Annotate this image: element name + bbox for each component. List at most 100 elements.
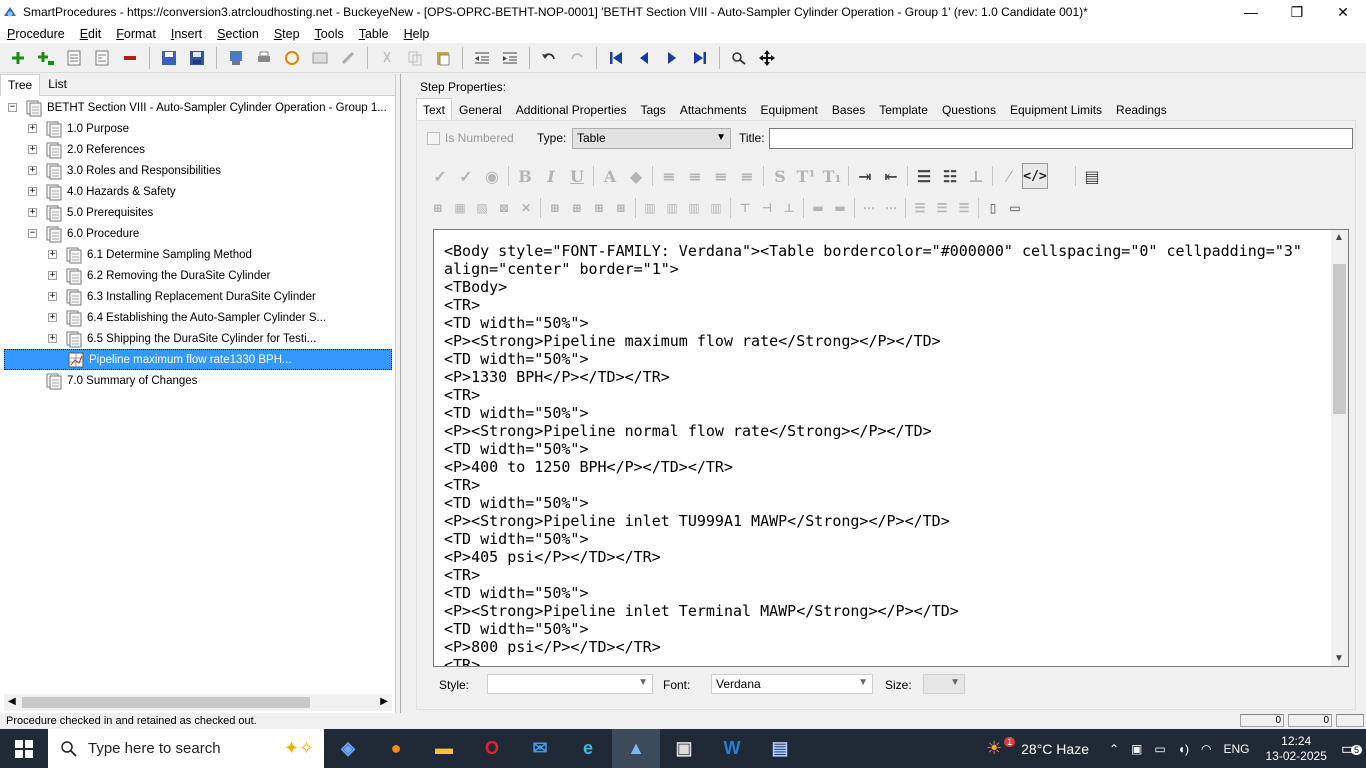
tree-item-references[interactable]: + 2.0 References xyxy=(28,139,145,160)
menu-help[interactable]: Help xyxy=(397,27,438,41)
expand-icon[interactable]: + xyxy=(48,313,57,322)
split-cell-icon[interactable]: ⊠ xyxy=(493,195,515,221)
html-source-icon[interactable]: </> xyxy=(1022,163,1048,189)
remote-desktop-icon[interactable]: ▤ xyxy=(756,729,804,768)
checkbox-box[interactable] xyxy=(427,131,440,145)
redo-icon[interactable] xyxy=(566,47,588,69)
highlight-icon[interactable]: ◆ xyxy=(623,163,649,189)
align-left-icon[interactable]: ≡ xyxy=(656,163,682,189)
expand-icon[interactable]: + xyxy=(28,166,37,175)
collapse-icon[interactable]: − xyxy=(28,229,37,238)
menu-section[interactable]: Section xyxy=(210,27,267,41)
indent-list-icon[interactable] xyxy=(63,47,85,69)
insert-column-right-icon[interactable]: ⊞ xyxy=(610,195,632,221)
menu-procedure[interactable]: Procedure xyxy=(0,27,73,41)
size-dropdown[interactable]: ▼ xyxy=(923,674,965,694)
tools-icon[interactable] xyxy=(337,47,359,69)
contacts-app-icon[interactable]: ▣ xyxy=(660,729,708,768)
tree-item-sampling-method[interactable]: + 6.1 Determine Sampling Method xyxy=(48,244,252,265)
menu-edit[interactable]: Edit xyxy=(73,27,110,41)
style-dropdown[interactable]: ▼ xyxy=(487,674,653,694)
first-step-icon[interactable] xyxy=(605,47,627,69)
delete-table-icon[interactable]: ✕ xyxy=(515,195,537,221)
outdent-list-icon[interactable] xyxy=(91,47,113,69)
meet-now-icon[interactable]: ▣ xyxy=(1131,742,1142,756)
tab-tree[interactable]: Tree xyxy=(0,74,41,96)
spellcheck-icon[interactable] xyxy=(281,47,303,69)
align-top-icon[interactable]: ⊤ xyxy=(734,195,756,221)
table-style-icon[interactable]: ☰ xyxy=(909,195,931,221)
menu-step[interactable]: Step xyxy=(267,27,308,41)
expand-icon[interactable]: + xyxy=(48,250,57,259)
tab-general[interactable]: General xyxy=(452,98,509,120)
subscript-icon[interactable]: T₁ xyxy=(819,163,845,189)
volume-icon[interactable]: ◖) xyxy=(1178,742,1189,756)
title-input[interactable] xyxy=(769,128,1353,149)
table-icon[interactable] xyxy=(309,47,331,69)
align-right-icon[interactable]: ≡ xyxy=(708,163,734,189)
cut-icon[interactable] xyxy=(376,47,398,69)
language-indicator[interactable]: ENG xyxy=(1223,742,1249,756)
smartprocedures-taskbar-icon[interactable]: ▲ xyxy=(612,729,660,768)
insert-table-icon[interactable]: ⊞ xyxy=(427,195,449,221)
hyperlink-icon[interactable]: ◉ xyxy=(479,163,505,189)
cell-shading-icon[interactable]: ▬ xyxy=(829,195,851,221)
tree-horizontal-scrollbar[interactable]: ◀ ▶ xyxy=(4,694,392,711)
distribute-rows-icon[interactable]: ⋯ xyxy=(858,195,880,221)
cell-border-icon[interactable]: ▬ xyxy=(807,195,829,221)
tree-item-summary-of-changes[interactable]: 7.0 Summary of Changes xyxy=(45,370,197,391)
print-preview-icon[interactable]: ▤ xyxy=(1079,163,1105,189)
start-button[interactable] xyxy=(0,729,48,768)
align-center-icon[interactable]: ≡ xyxy=(682,163,708,189)
justify-icon[interactable]: ≡ xyxy=(734,163,760,189)
type-dropdown[interactable]: Table ▼ xyxy=(572,128,731,149)
tree-item-establishing-autosampler[interactable]: + 6.4 Establishing the Auto-Sampler Cyli… xyxy=(48,307,326,328)
tab-additional-properties[interactable]: Additional Properties xyxy=(509,98,634,120)
delete-column-icon[interactable]: ▥ xyxy=(661,195,683,221)
expand-icon[interactable]: + xyxy=(48,271,57,280)
clear-format-icon[interactable]: ⁄ xyxy=(996,163,1022,189)
mail-icon[interactable]: ✉ xyxy=(516,729,564,768)
wifi-icon[interactable]: ◠ xyxy=(1201,742,1211,756)
distribute-columns-icon[interactable]: ⋯ xyxy=(880,195,902,221)
merge-right-icon[interactable]: ▥ xyxy=(705,195,727,221)
copy-icon[interactable] xyxy=(404,47,426,69)
paste-icon[interactable] xyxy=(432,47,454,69)
scroll-up-icon[interactable]: ▲ xyxy=(1334,232,1344,243)
save-icon[interactable] xyxy=(186,47,208,69)
spell-icon[interactable]: ✓ xyxy=(427,163,453,189)
pane-splitter[interactable] xyxy=(400,74,405,714)
cell-properties-icon[interactable]: ▧ xyxy=(471,195,493,221)
scroll-left-icon[interactable]: ◀ xyxy=(8,696,16,707)
strikethrough-icon[interactable]: S xyxy=(767,163,793,189)
preview-icon[interactable] xyxy=(225,47,247,69)
font-dropdown[interactable]: Verdana ▼ xyxy=(711,674,873,694)
notification-center-icon[interactable]: ▭ 5 xyxy=(1341,739,1362,759)
tree-item-table-step[interactable]: Pipeline maximum flow rate1330 BPH... xyxy=(4,349,392,370)
table-width-icon[interactable]: ☰ xyxy=(953,195,975,221)
print-icon[interactable] xyxy=(253,47,275,69)
insert-row-below-icon[interactable]: ⊞ xyxy=(566,195,588,221)
delete-row-icon[interactable]: ▥ xyxy=(639,195,661,221)
scrollbar-thumb[interactable] xyxy=(1333,264,1346,414)
table-properties-icon[interactable]: ▦ xyxy=(449,195,471,221)
tab-tags[interactable]: Tags xyxy=(633,98,672,120)
horizontal-rule-icon[interactable]: ⊥ xyxy=(963,163,989,189)
increase-indent-icon[interactable]: ⇥ xyxy=(852,163,878,189)
expand-icon[interactable]: + xyxy=(28,187,37,196)
find-icon[interactable] xyxy=(728,47,750,69)
scroll-down-icon[interactable]: ▼ xyxy=(1334,653,1344,664)
tree-item-procedure[interactable]: − 6.0 Procedure xyxy=(28,223,139,244)
merge-cells-icon[interactable]: ▥ xyxy=(683,195,705,221)
outdent-icon[interactable] xyxy=(471,47,493,69)
bold-icon[interactable]: B xyxy=(512,163,538,189)
underline-icon[interactable]: U xyxy=(564,163,590,189)
tree-item-hazards[interactable]: + 4.0 Hazards & Safety xyxy=(28,181,176,202)
scrollbar-thumb[interactable] xyxy=(22,697,310,708)
tab-text[interactable]: Text xyxy=(416,98,453,120)
insert-row-above-icon[interactable]: ⊞ xyxy=(544,195,566,221)
tree-root[interactable]: − BETHT Section VIII - Auto-Sampler Cyli… xyxy=(8,97,387,118)
row-icon[interactable]: ▭ xyxy=(1004,195,1026,221)
tab-attachments[interactable]: Attachments xyxy=(673,98,754,120)
align-middle-icon[interactable]: ⊣ xyxy=(756,195,778,221)
